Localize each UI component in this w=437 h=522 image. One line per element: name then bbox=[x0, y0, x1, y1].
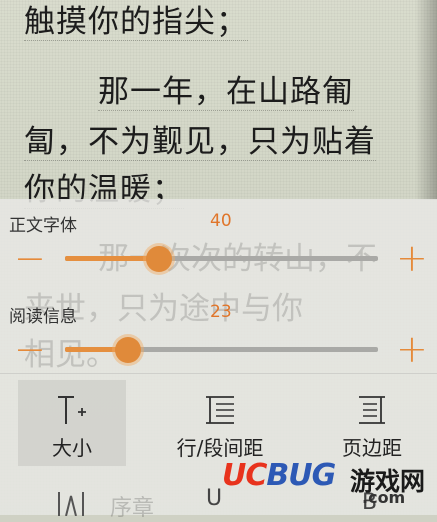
tab-page-margin-label: 页边距 bbox=[342, 436, 402, 460]
reading-info-label: 阅读信息 bbox=[9, 307, 77, 327]
font-size-label: 正文字体 bbox=[9, 216, 77, 236]
tab-line-spacing-label: 行/段间距 bbox=[176, 436, 264, 460]
page-margin-icon bbox=[322, 394, 422, 426]
reading-info-decrease-button[interactable]: − bbox=[14, 330, 46, 368]
bottom-tool-icon-1[interactable] bbox=[56, 488, 86, 522]
font-size-decrease-button[interactable]: − bbox=[14, 239, 46, 277]
tab-text-size-label: 大小 bbox=[52, 436, 92, 460]
font-size-value: 40 bbox=[210, 211, 232, 231]
text-line-1: 触摸你的指尖； bbox=[24, 4, 248, 41]
watermark-domain: .com bbox=[362, 488, 406, 507]
panel-divider bbox=[0, 373, 437, 374]
text-line-2: 那一年，在山路匍 bbox=[98, 74, 354, 111]
faded-bottom-text: 序章 bbox=[110, 496, 155, 521]
reading-info-value: 23 bbox=[210, 302, 232, 322]
font-size-increase-button[interactable]: + bbox=[396, 239, 428, 277]
font-size-slider-fill bbox=[65, 256, 159, 261]
reading-info-increase-button[interactable]: + bbox=[396, 330, 428, 368]
text-size-icon bbox=[18, 394, 126, 426]
font-size-slider-track[interactable] bbox=[65, 256, 378, 261]
reading-info-slider-knob[interactable] bbox=[114, 337, 141, 363]
reading-info-slider-track[interactable] bbox=[65, 347, 378, 352]
line-spacing-icon bbox=[160, 394, 280, 426]
tab-line-spacing[interactable]: 行/段间距 bbox=[160, 380, 280, 466]
watermark-logo: UCBUG 游戏网 .com bbox=[222, 458, 432, 512]
font-size-slider-knob[interactable] bbox=[145, 246, 172, 272]
tab-text-size[interactable]: 大小 bbox=[18, 380, 126, 466]
page-edge-shadow bbox=[415, 0, 437, 200]
text-line-3: 匐，不为觐见，只为贴着 bbox=[24, 124, 376, 161]
tab-page-margin[interactable]: 页边距 bbox=[322, 380, 422, 466]
align-icon bbox=[58, 492, 84, 517]
watermark-brand: UCBUG bbox=[222, 458, 336, 493]
underline-button[interactable]: U bbox=[206, 486, 222, 511]
